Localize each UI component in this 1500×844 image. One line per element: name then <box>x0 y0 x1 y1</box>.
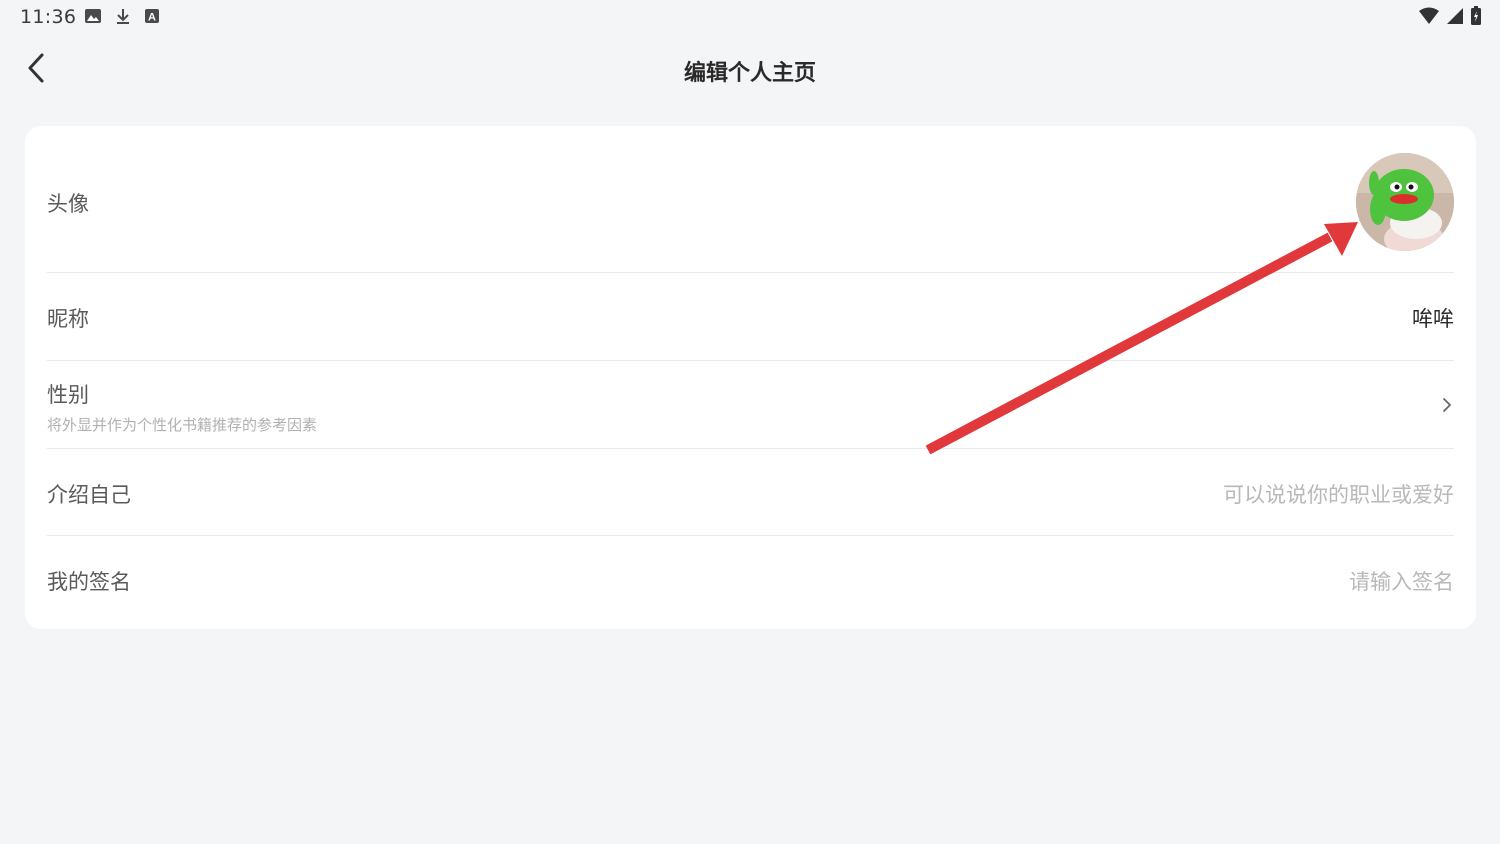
chevron-right-icon <box>1440 395 1454 415</box>
page-title: 编辑个人主页 <box>683 61 816 86</box>
intro-input[interactable]: 可以说说你的职业或爱好 <box>1223 479 1454 509</box>
avatar-label: 头像 <box>47 192 89 216</box>
status-icons-right <box>1418 6 1482 30</box>
gender-label: 性别 <box>47 383 89 407</box>
status-time: 11:36 <box>20 6 77 28</box>
a-badge-icon: A <box>144 8 160 28</box>
profile-card: 头像 昵称 哞哞 性别 将外显并作为个性化书籍推荐的参考因素 介绍自己 可以说说… <box>25 126 1476 629</box>
nickname-value: 哞哞 <box>1412 307 1454 331</box>
signature-label: 我的签名 <box>47 570 131 594</box>
battery-icon <box>1470 6 1482 30</box>
signature-row[interactable]: 我的签名 请输入签名 <box>47 536 1454 629</box>
avatar[interactable] <box>1356 153 1454 251</box>
gender-hint: 将外显并作为个性化书籍推荐的参考因素 <box>47 416 318 434</box>
nickname-row[interactable]: 昵称 哞哞 <box>47 273 1454 361</box>
signal-icon <box>1446 7 1464 29</box>
intro-row[interactable]: 介绍自己 可以说说你的职业或爱好 <box>47 449 1454 536</box>
download-icon <box>114 7 132 29</box>
wifi-icon <box>1418 7 1440 29</box>
intro-label: 介绍自己 <box>47 483 131 507</box>
image-icon <box>84 8 102 28</box>
status-bar: 11:36 A <box>0 0 1500 34</box>
nav-bar: 编辑个人主页 <box>0 40 1500 100</box>
gender-row[interactable]: 性别 将外显并作为个性化书籍推荐的参考因素 <box>47 361 1454 449</box>
signature-input[interactable]: 请输入签名 <box>1349 566 1454 596</box>
avatar-row[interactable]: 头像 <box>47 126 1454 273</box>
nickname-label: 昵称 <box>47 307 89 331</box>
svg-text:A: A <box>148 12 156 24</box>
status-icons-left: A <box>84 7 160 29</box>
